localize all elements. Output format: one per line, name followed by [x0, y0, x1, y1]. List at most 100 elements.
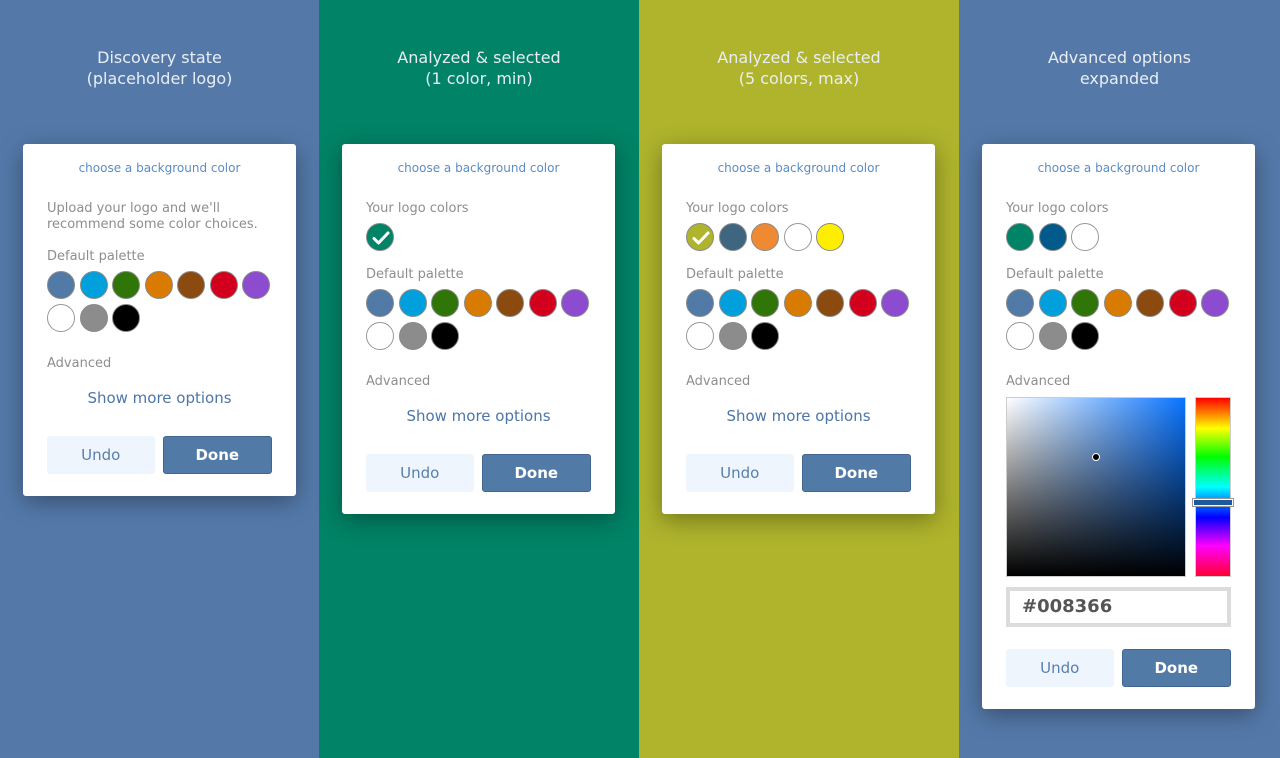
logo-colors-row: [1006, 223, 1231, 251]
color-swatch[interactable]: [431, 289, 459, 317]
color-chooser-card: choose a background color Your logo color…: [982, 144, 1255, 709]
color-swatch[interactable]: [686, 289, 714, 317]
color-swatch[interactable]: [79, 304, 108, 332]
checkmark-icon: [692, 231, 710, 245]
color-swatch[interactable]: [1006, 223, 1034, 251]
color-swatch[interactable]: [177, 271, 205, 299]
panel-title-line: (1 color, min): [425, 69, 533, 88]
checkmark-icon: [372, 231, 390, 245]
color-swatch[interactable]: [1071, 223, 1099, 251]
color-swatch[interactable]: [366, 322, 394, 350]
done-button[interactable]: Done: [801, 454, 911, 492]
color-swatch[interactable]: [848, 289, 877, 317]
default-palette-row: [686, 322, 911, 350]
undo-button[interactable]: Undo: [686, 454, 794, 492]
default-palette-row: [366, 289, 591, 317]
color-swatch[interactable]: [463, 289, 492, 317]
color-swatch[interactable]: [1103, 289, 1132, 317]
card-title: choose a background color: [78, 161, 241, 175]
color-swatch[interactable]: [496, 289, 524, 317]
color-swatch[interactable]: [718, 223, 747, 251]
panel-3: Analyzed & selected (5 colors, max) choose…: [639, 0, 959, 758]
color-swatch[interactable]: [242, 271, 270, 299]
color-swatch[interactable]: [144, 271, 173, 299]
advanced-label: Advanced: [1006, 374, 1071, 389]
color-swatch[interactable]: [686, 223, 714, 251]
hue-slider[interactable]: [1192, 397, 1234, 577]
color-swatch[interactable]: [783, 289, 812, 317]
color-swatch[interactable]: [47, 304, 75, 332]
panel-title-line: (placeholder logo): [86, 69, 233, 88]
color-swatch[interactable]: [881, 289, 909, 317]
color-swatch[interactable]: [112, 304, 140, 332]
panel-2: Analyzed & selected (1 color, min) choose …: [319, 0, 639, 758]
show-more-options-link[interactable]: Show more options: [47, 388, 272, 408]
color-swatch[interactable]: [398, 322, 427, 350]
color-swatch[interactable]: [751, 289, 779, 317]
undo-button[interactable]: Undo: [366, 454, 474, 492]
color-swatch[interactable]: [751, 322, 779, 350]
color-swatch[interactable]: [1038, 289, 1067, 317]
color-swatch[interactable]: [1071, 289, 1099, 317]
hex-input[interactable]: #008366: [1006, 587, 1231, 627]
done-button[interactable]: Done: [162, 436, 272, 474]
upload-hint: Upload your logo and we'll recommend som…: [47, 201, 258, 232]
color-swatch[interactable]: [1038, 223, 1067, 251]
color-swatch[interactable]: [1136, 289, 1164, 317]
done-button[interactable]: Done: [481, 454, 591, 492]
panel-title: Discovery state (placeholder logo): [0, 47, 319, 89]
color-swatch[interactable]: [561, 289, 589, 317]
color-swatch[interactable]: [1201, 289, 1229, 317]
hue-slider-handle[interactable]: [1192, 498, 1234, 507]
panel-title-line: expanded: [1079, 69, 1160, 88]
color-swatch[interactable]: [366, 223, 394, 251]
color-swatch[interactable]: [79, 271, 108, 299]
color-swatch[interactable]: [1006, 322, 1034, 350]
color-swatch[interactable]: [528, 289, 557, 317]
color-swatch[interactable]: [1038, 322, 1067, 350]
color-swatch[interactable]: [47, 271, 75, 299]
show-more-options-link[interactable]: Show more options: [686, 406, 911, 426]
card-title: choose a background color: [397, 161, 560, 175]
default-palette-row: [47, 304, 272, 332]
panel-title-line: Discovery state: [97, 48, 222, 67]
logo-colors-label: Your logo colors: [366, 201, 469, 216]
logo-colors-label: Your logo colors: [1006, 201, 1109, 216]
color-swatch[interactable]: [366, 289, 394, 317]
color-picker: [1006, 397, 1234, 577]
saturation-value-area[interactable]: [1006, 397, 1186, 577]
show-more-options-link[interactable]: Show more options: [366, 406, 591, 426]
panel-title-line: Analyzed & selected: [397, 48, 561, 67]
picker-cursor[interactable]: [1092, 453, 1100, 461]
default-palette-row: [1006, 289, 1231, 317]
color-swatch[interactable]: [1071, 322, 1099, 350]
color-swatch[interactable]: [751, 223, 779, 251]
advanced-label: Advanced: [686, 374, 751, 389]
color-swatch[interactable]: [209, 271, 238, 299]
default-palette-row: [1006, 322, 1231, 350]
color-swatch[interactable]: [398, 289, 427, 317]
default-palette-label: Default palette: [47, 249, 145, 264]
button-row: Undo Done: [686, 454, 911, 492]
card-title: choose a background color: [1037, 161, 1200, 175]
color-swatch[interactable]: [686, 322, 714, 350]
color-swatch[interactable]: [816, 289, 844, 317]
color-swatch[interactable]: [718, 322, 747, 350]
default-palette-row: [47, 271, 272, 299]
panel-title-line: Advanced options: [1047, 48, 1192, 67]
color-swatch[interactable]: [112, 271, 140, 299]
undo-button[interactable]: Undo: [1006, 649, 1114, 687]
panel-title: Analyzed & selected (5 colors, max): [639, 47, 959, 89]
button-row: Undo Done: [1006, 649, 1231, 687]
color-swatch[interactable]: [1168, 289, 1197, 317]
undo-button[interactable]: Undo: [47, 436, 155, 474]
default-palette-row: [366, 322, 591, 350]
color-swatch[interactable]: [431, 322, 459, 350]
color-swatch[interactable]: [718, 289, 747, 317]
done-button[interactable]: Done: [1121, 649, 1231, 687]
logo-colors-row: [686, 223, 911, 251]
color-swatch[interactable]: [1006, 289, 1034, 317]
states-showcase: Discovery state (placeholder logo) choose …: [0, 0, 1280, 758]
color-swatch[interactable]: [783, 223, 812, 251]
color-swatch[interactable]: [816, 223, 844, 251]
